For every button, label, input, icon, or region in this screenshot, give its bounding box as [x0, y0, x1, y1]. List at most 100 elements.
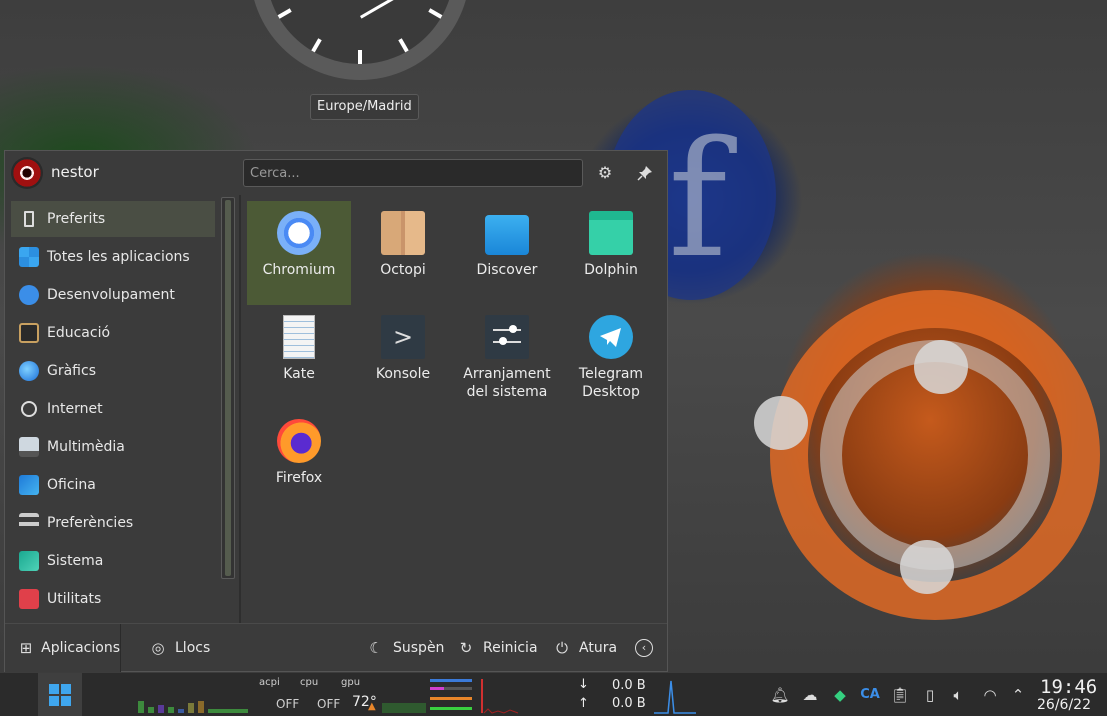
cloud-sync-button[interactable]: ☁: [800, 685, 820, 705]
sidebar-item-label: Preferències: [47, 515, 134, 531]
scrollbar-thumb[interactable]: [225, 200, 231, 576]
firefox-icon: [277, 419, 321, 463]
app-konsole[interactable]: > Konsole: [351, 305, 455, 409]
acpi-value: OFF: [276, 697, 300, 711]
app-label: Telegram Desktop: [578, 366, 644, 400]
start-menu-button[interactable]: [38, 673, 82, 716]
menu-header: nestor ⚙: [5, 151, 667, 195]
sidebar-item-label: Gràfics: [47, 363, 96, 379]
sidebar-item-educacio[interactable]: Educació: [11, 315, 215, 351]
app-label: Arranjament del sistema: [463, 366, 551, 400]
sidebar-item-sistema[interactable]: Sistema: [11, 543, 215, 579]
chromium-icon: [277, 211, 321, 255]
sidebar-item-desenvolupament[interactable]: Desenvolupament: [11, 277, 215, 313]
cloud-icon: ☁: [802, 686, 818, 704]
clock-tick: [358, 50, 362, 64]
app-label: Discover: [476, 262, 538, 278]
search-input[interactable]: [243, 159, 583, 187]
ghost-button[interactable]: ◆: [830, 685, 850, 705]
sidebar-item-preferencies[interactable]: Preferències: [11, 505, 215, 541]
sidebar-item-label: Utilitats: [47, 591, 102, 607]
graphics-icon: [19, 361, 39, 381]
app-octopi[interactable]: Octopi: [351, 201, 455, 305]
education-icon: [19, 323, 39, 343]
app-label: Octopi: [380, 262, 426, 278]
bookmark-icon: [24, 211, 34, 227]
avatar[interactable]: [11, 157, 43, 189]
globe-icon: [21, 401, 37, 417]
network-graph: [654, 680, 696, 714]
sidebar-scrollbar[interactable]: [221, 197, 235, 579]
suspend-button[interactable]: ☾ Suspèn: [367, 624, 444, 672]
clock-hand: [360, 0, 414, 19]
app-dolphin[interactable]: Dolphin: [559, 201, 663, 305]
power-icon: ⏻: [556, 639, 568, 657]
clipboard-button[interactable]: 📋︎: [890, 685, 910, 705]
app-label: Dolphin: [584, 262, 638, 278]
clock-tick: [428, 8, 443, 19]
sidebar-item-label: Totes les aplicacions: [47, 249, 190, 265]
wifi-icon: ◠: [983, 686, 997, 704]
button-label: Atura: [579, 640, 618, 656]
app-telegram[interactable]: Telegram Desktop: [559, 305, 663, 409]
clipboard-icon: 📋︎: [890, 686, 910, 704]
sidebar-item-internet[interactable]: Internet: [11, 391, 215, 427]
device-button[interactable]: ▯: [920, 685, 940, 705]
cpu-label: cpu: [300, 677, 319, 688]
volume-button[interactable]: 🔈︎: [948, 685, 968, 705]
dolphin-icon: [589, 211, 633, 255]
ghost-icon: ◆: [834, 686, 846, 704]
app-label: Konsole: [375, 366, 431, 382]
preferences-icon: [19, 513, 39, 533]
sidebar-item-grafics[interactable]: Gràfics: [11, 353, 215, 389]
office-icon: [19, 475, 39, 495]
clock-tick: [398, 38, 409, 53]
memory-bars: [430, 679, 472, 710]
sidebar-item-label: Educació: [47, 325, 111, 341]
expand-tray-button[interactable]: ⌃: [1008, 685, 1028, 705]
gpu-label: gpu: [341, 677, 361, 688]
multimedia-icon: [19, 437, 39, 457]
grid-apps-icon: [19, 247, 39, 267]
app-label: Chromium: [262, 262, 336, 278]
restart-button[interactable]: ↻ Reinicia: [457, 624, 538, 672]
app-system-settings[interactable]: Arranjament del sistema: [455, 305, 559, 409]
cpu-value: OFF: [317, 697, 341, 711]
clock-tick: [277, 8, 292, 19]
wallpaper-ubuntu-dot: [914, 340, 968, 394]
more-session-button[interactable]: ‹: [635, 624, 661, 672]
sidebar-item-oficina[interactable]: Oficina: [11, 467, 215, 503]
taskbar-clock-date[interactable]: 26/6/22: [1037, 697, 1091, 713]
settings-button[interactable]: ⚙: [593, 161, 617, 185]
tab-applications[interactable]: ⊞ Aplicacions: [5, 624, 121, 672]
notifications-button[interactable]: 🔔︎: [770, 685, 790, 705]
wallpaper-fedora-logo: f: [668, 106, 728, 293]
discover-icon: [485, 215, 529, 255]
sidebar-item-multimedia[interactable]: Multimèdia: [11, 429, 215, 465]
sidebar-item-utilitats[interactable]: Utilitats: [11, 581, 215, 617]
system-icon: [19, 551, 39, 571]
keyboard-layout-button[interactable]: CA: [860, 685, 880, 705]
sidebar-item-label: Desenvolupament: [47, 287, 175, 303]
upload-rate: 0.0 B: [612, 696, 646, 711]
wallpaper-ubuntu-dot: [754, 396, 808, 450]
applications-icon: ⊞: [19, 639, 33, 657]
tab-places[interactable]: ◎ Llocs: [149, 624, 210, 672]
wifi-button[interactable]: ◠: [980, 685, 1000, 705]
sidebar-item-label: Internet: [47, 401, 103, 417]
app-kate[interactable]: Kate: [247, 305, 351, 409]
shutdown-button[interactable]: ⏻ Atura: [553, 624, 617, 672]
kate-icon: [283, 315, 315, 359]
app-firefox[interactable]: Firefox: [247, 409, 351, 513]
sidebar-item-label: Multimèdia: [47, 439, 125, 455]
app-discover[interactable]: Discover: [455, 201, 559, 305]
application-launcher-menu: nestor ⚙ Preferits Totes les aplicacions…: [4, 150, 668, 672]
app-chromium[interactable]: Chromium: [247, 201, 351, 305]
taskbar-clock-time[interactable]: 19:46: [1040, 676, 1097, 698]
telegram-icon: [589, 315, 633, 359]
sidebar-item-preferits[interactable]: Preferits: [11, 201, 215, 237]
system-settings-icon: [485, 315, 529, 359]
sidebar-item-totes[interactable]: Totes les aplicacions: [11, 239, 215, 275]
warning-icon: ▲: [368, 701, 376, 712]
pin-button[interactable]: [633, 161, 657, 185]
